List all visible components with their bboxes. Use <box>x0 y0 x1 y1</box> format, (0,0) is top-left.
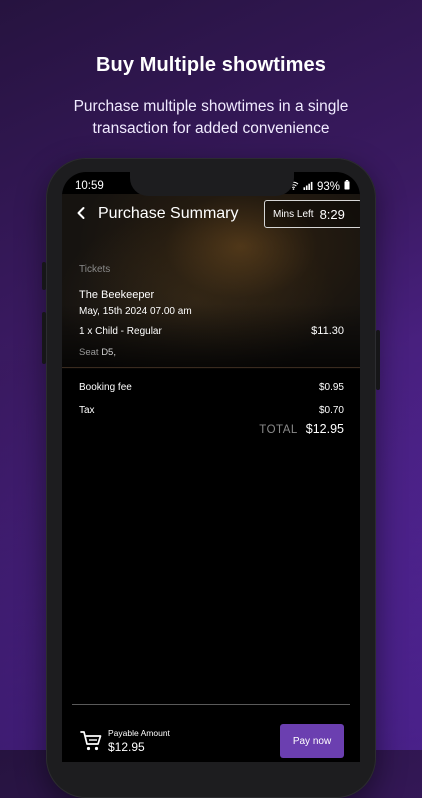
payable-amount-value: $12.95 <box>108 740 145 754</box>
page-header: Purchase Summary <box>76 204 239 224</box>
payable-amount-label: Payable Amount <box>108 728 170 738</box>
promo-subline: Purchase multiple showtimes in a single … <box>73 98 349 137</box>
page-title: Purchase Summary <box>98 205 239 222</box>
phone-power-button <box>376 330 380 390</box>
tickets-section-label: Tickets <box>79 264 111 275</box>
tax-label: Tax <box>79 405 95 416</box>
back-arrow-icon[interactable] <box>76 204 90 224</box>
seat-info: Seat D5, <box>79 347 116 358</box>
tax-row: Tax $0.70 <box>79 405 344 416</box>
seat-value: D5, <box>101 347 116 358</box>
status-time: 10:59 <box>75 180 104 192</box>
booking-fee-row: Booking fee $0.95 <box>79 382 344 393</box>
pay-now-button[interactable]: Pay now <box>280 724 344 758</box>
signal-icon <box>303 181 313 193</box>
total-label: TOTAL <box>259 424 298 436</box>
footer-divider <box>72 704 350 705</box>
fee-value: $0.95 <box>318 382 344 393</box>
showtime-datetime: May, 15th 2024 07.00 am <box>79 306 192 317</box>
timer-label: Mins Left <box>273 208 314 220</box>
movie-title: The Beekeeper <box>79 289 155 301</box>
phone-notch <box>130 172 294 196</box>
cart-icon <box>80 730 102 752</box>
promo-headline: Buy Multiple showtimes <box>95 54 326 76</box>
ticket-line-item: 1 x Child - Regular <box>79 326 162 337</box>
phone-volume-button-2 <box>42 312 46 364</box>
timer-value: 8:29 <box>319 206 345 222</box>
tax-value: $0.70 <box>318 405 344 416</box>
phone-screen: 10:59 93% Purchase Summary Mins Left 8:2… <box>62 172 360 762</box>
total-row: TOTAL $12.95 <box>259 422 344 436</box>
seat-label: Seat <box>79 347 99 358</box>
countdown-timer: Mins Left 8:29 <box>264 200 360 228</box>
phone-volume-button <box>42 262 46 290</box>
total-value: $12.95 <box>305 422 344 436</box>
section-divider <box>62 367 360 368</box>
battery-percent: 93% <box>316 180 340 193</box>
fee-label: Booking fee <box>79 382 132 393</box>
ticket-line-price: $11.30 <box>311 325 344 337</box>
battery-icon <box>344 180 350 193</box>
